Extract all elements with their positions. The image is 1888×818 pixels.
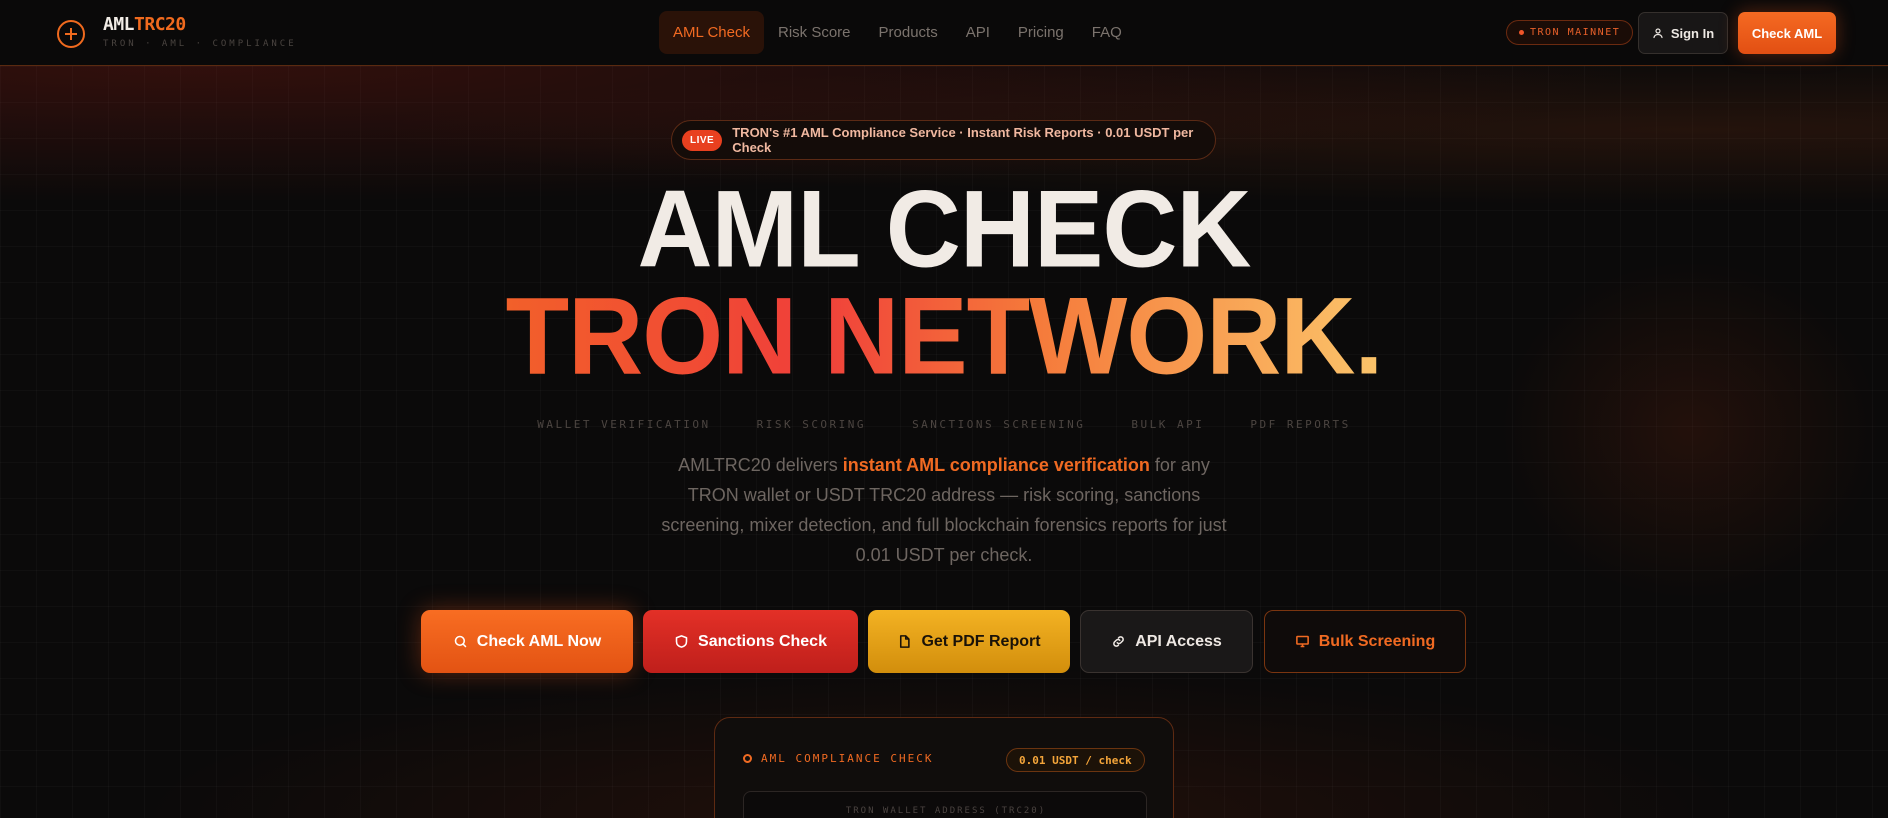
api-access-button[interactable]: API Access <box>1080 610 1253 673</box>
api-access-label: API Access <box>1135 632 1222 650</box>
hero-title-line2: TRON NETWORK. <box>0 282 1888 391</box>
feature-tag: PDF REPORTS <box>1250 418 1351 431</box>
check-aml-now-label: Check AML Now <box>476 632 602 650</box>
hero-description-highlight: instant AML compliance verification <box>842 455 1150 475</box>
hero-description-lead: AMLTRC20 delivers <box>678 455 843 475</box>
announcement-pill: LIVE TRON's #1 AML Compliance Service · … <box>671 120 1216 160</box>
feature-tags: WALLET VERIFICATION RISK SCORING SANCTIO… <box>0 418 1888 431</box>
monitor-icon <box>1295 635 1309 648</box>
aml-check-card: AML COMPLIANCE CHECK 0.01 USDT / check T… <box>714 717 1174 818</box>
nav-item-aml-check[interactable]: AML Check <box>659 11 764 54</box>
sign-in-label: Sign In <box>1670 25 1715 41</box>
network-badge-label: TRON MAINNET <box>1530 27 1621 38</box>
sanctions-check-button[interactable]: Sanctions Check <box>643 610 858 673</box>
nav-item-pricing[interactable]: Pricing <box>1004 11 1078 54</box>
card-title-text: AML COMPLIANCE CHECK <box>761 752 934 765</box>
feature-tag: WALLET VERIFICATION <box>537 418 711 431</box>
bulk-screening-label: Bulk Screening <box>1318 632 1436 650</box>
user-icon <box>1653 28 1663 39</box>
nav-item-products[interactable]: Products <box>865 11 952 54</box>
network-badge: TRON MAINNET <box>1506 20 1634 45</box>
card-title: AML COMPLIANCE CHECK <box>743 752 933 765</box>
logo-text-trc20: TRC20 <box>134 14 186 35</box>
hero-title-line2-text: TRON NETWORK. <box>505 276 1384 398</box>
logo-subtitle: TRON · AML · COMPLIANCE <box>103 39 297 49</box>
top-header: AMLTRC20 TRON · AML · COMPLIANCE AML Che… <box>0 0 1888 66</box>
announcement-text: TRON's #1 AML Compliance Service · Insta… <box>732 125 1194 155</box>
logo-text[interactable]: AMLTRC20 <box>103 14 186 35</box>
feature-tag: RISK SCORING <box>756 418 867 431</box>
nav-item-api[interactable]: API <box>952 11 1004 54</box>
feature-tag: SANCTIONS SCREENING <box>912 418 1086 431</box>
sign-in-button[interactable]: Sign In <box>1638 12 1728 54</box>
check-aml-now-button[interactable]: Check AML Now <box>421 610 633 673</box>
shield-icon <box>675 635 688 648</box>
check-aml-header-button[interactable]: Check AML <box>1738 12 1836 54</box>
nav-item-risk-score[interactable]: Risk Score <box>764 11 865 54</box>
live-badge: LIVE <box>682 129 723 151</box>
status-dot-icon <box>1519 30 1524 35</box>
ring-icon <box>743 754 752 763</box>
search-icon <box>454 635 467 648</box>
logo-crosshair-icon[interactable] <box>57 20 85 48</box>
feature-tag: BULK API <box>1131 418 1205 431</box>
sanctions-check-label: Sanctions Check <box>698 632 827 650</box>
hero-description: AMLTRC20 delivers instant AML compliance… <box>660 450 1228 570</box>
file-icon <box>900 635 911 648</box>
get-pdf-report-label: Get PDF Report <box>921 632 1041 650</box>
wallet-address-input[interactable]: TRON WALLET ADDRESS (TRC20) <box>743 791 1147 818</box>
wallet-address-label: TRON WALLET ADDRESS (TRC20) <box>845 806 1047 816</box>
get-pdf-report-button[interactable]: Get PDF Report <box>868 610 1070 673</box>
price-badge: 0.01 USDT / check <box>1006 748 1145 772</box>
link-icon <box>1113 636 1125 647</box>
bulk-screening-button[interactable]: Bulk Screening <box>1264 610 1466 673</box>
nav-item-faq[interactable]: FAQ <box>1078 11 1136 54</box>
main-nav: AML Check Risk Score Products API Pricin… <box>659 11 1136 54</box>
hero-title-line1: AML CHECK <box>637 169 1251 291</box>
logo-text-aml: AML <box>103 14 135 35</box>
